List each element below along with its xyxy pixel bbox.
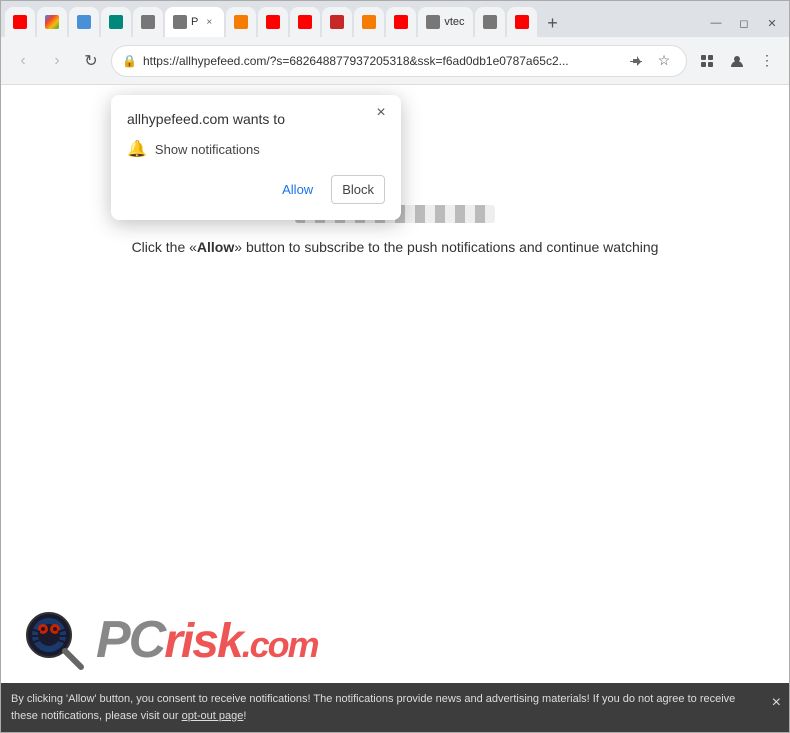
- address-actions: ☆: [624, 49, 676, 73]
- consent-bar: By clicking 'Allow' button, you consent …: [1, 683, 789, 732]
- tab-8[interactable]: [258, 7, 288, 37]
- tab-11[interactable]: [354, 7, 384, 37]
- pcrisk-text: PCrisk.com: [96, 614, 318, 666]
- profile-icon[interactable]: [723, 47, 751, 75]
- tab-favicon-12: [394, 15, 408, 29]
- address-box[interactable]: 🔒 https://allhypefeed.com/?s=68264887793…: [111, 45, 687, 77]
- tab-favicon-1: [13, 15, 27, 29]
- tab-bar: P × vtec + —: [1, 1, 789, 37]
- back-button[interactable]: ‹: [9, 47, 37, 75]
- url-text: https://allhypefeed.com/?s=6826488779372…: [143, 54, 618, 68]
- popup-permission-text: Show notifications: [155, 142, 260, 157]
- tab-4[interactable]: [101, 7, 131, 37]
- pcrisk-logo-icon: [21, 607, 86, 672]
- popup-buttons: Allow Block: [127, 175, 385, 204]
- tab-3[interactable]: [69, 7, 99, 37]
- tab-9[interactable]: [290, 7, 320, 37]
- tab-favicon-2: [45, 15, 59, 29]
- tab-favicon-14: [483, 15, 497, 29]
- tab-favicon-3: [77, 15, 91, 29]
- tab-6-active[interactable]: P ×: [165, 7, 224, 37]
- pcrisk-risk: risk: [164, 615, 241, 668]
- bell-icon: 🔔: [127, 139, 147, 159]
- tab-favicon-10: [330, 15, 344, 29]
- tab-12[interactable]: [386, 7, 416, 37]
- popup-title: allhypefeed.com wants to: [127, 111, 385, 127]
- minimize-button[interactable]: —: [703, 13, 729, 33]
- tab-2[interactable]: [37, 7, 67, 37]
- tab-5[interactable]: [133, 7, 163, 37]
- popup-close-button[interactable]: ×: [371, 103, 391, 123]
- tab-favicon-13: [426, 15, 440, 29]
- address-bar: ‹ › ↻ 🔒 https://allhypefeed.com/?s=68264…: [1, 37, 789, 85]
- tab-label-6: P: [191, 16, 198, 28]
- menu-icon[interactable]: ⋮: [753, 47, 781, 75]
- tab-favicon-7: [234, 15, 248, 29]
- browser-toolbar-actions: ⋮: [693, 47, 781, 75]
- popup-permission-row: 🔔 Show notifications: [127, 139, 385, 159]
- page-content: × allhypefeed.com wants to 🔔 Show notifi…: [1, 85, 789, 732]
- tab-favicon-8: [266, 15, 280, 29]
- tab-favicon-5: [141, 15, 155, 29]
- tab-controls: — ◻ ✕: [703, 13, 785, 37]
- page-message: Click the «Allow» button to subscribe to…: [132, 239, 659, 255]
- tab-label-13: vtec: [444, 16, 464, 28]
- window-close-button[interactable]: ✕: [759, 13, 785, 33]
- tab-favicon-11: [362, 15, 376, 29]
- tab-13[interactable]: vtec: [418, 7, 472, 37]
- tab-close-6[interactable]: ×: [202, 15, 216, 29]
- pcrisk-pc: PC: [96, 611, 164, 669]
- restore-button[interactable]: ◻: [731, 13, 757, 33]
- forward-button[interactable]: ›: [43, 47, 71, 75]
- tab-favicon-6: [173, 15, 187, 29]
- extensions-icon[interactable]: [693, 47, 721, 75]
- tab-favicon-15: [515, 15, 529, 29]
- consent-close-button[interactable]: ×: [772, 691, 781, 715]
- consent-text-after: !: [243, 710, 246, 722]
- lock-icon: 🔒: [122, 54, 137, 68]
- tab-15[interactable]: [507, 7, 537, 37]
- reload-button[interactable]: ↻: [77, 47, 105, 75]
- new-tab-button[interactable]: +: [539, 9, 567, 37]
- tab-14[interactable]: [475, 7, 505, 37]
- opt-out-link[interactable]: opt-out page: [182, 710, 244, 722]
- allow-button[interactable]: Allow: [272, 175, 323, 204]
- tab-7[interactable]: [226, 7, 256, 37]
- bookmark-icon[interactable]: ☆: [652, 49, 676, 73]
- tab-1[interactable]: [5, 7, 35, 37]
- tab-favicon-4: [109, 15, 123, 29]
- pcrisk-logo-area: PCrisk.com: [21, 607, 318, 672]
- browser-window: P × vtec + —: [0, 0, 790, 733]
- consent-text-before: By clicking 'Allow' button, you consent …: [11, 693, 735, 722]
- permission-popup: × allhypefeed.com wants to 🔔 Show notifi…: [111, 95, 401, 220]
- tab-favicon-9: [298, 15, 312, 29]
- block-button[interactable]: Block: [331, 175, 385, 204]
- tab-10[interactable]: [322, 7, 352, 37]
- pcrisk-com: .com: [242, 624, 318, 665]
- share-icon[interactable]: [624, 49, 648, 73]
